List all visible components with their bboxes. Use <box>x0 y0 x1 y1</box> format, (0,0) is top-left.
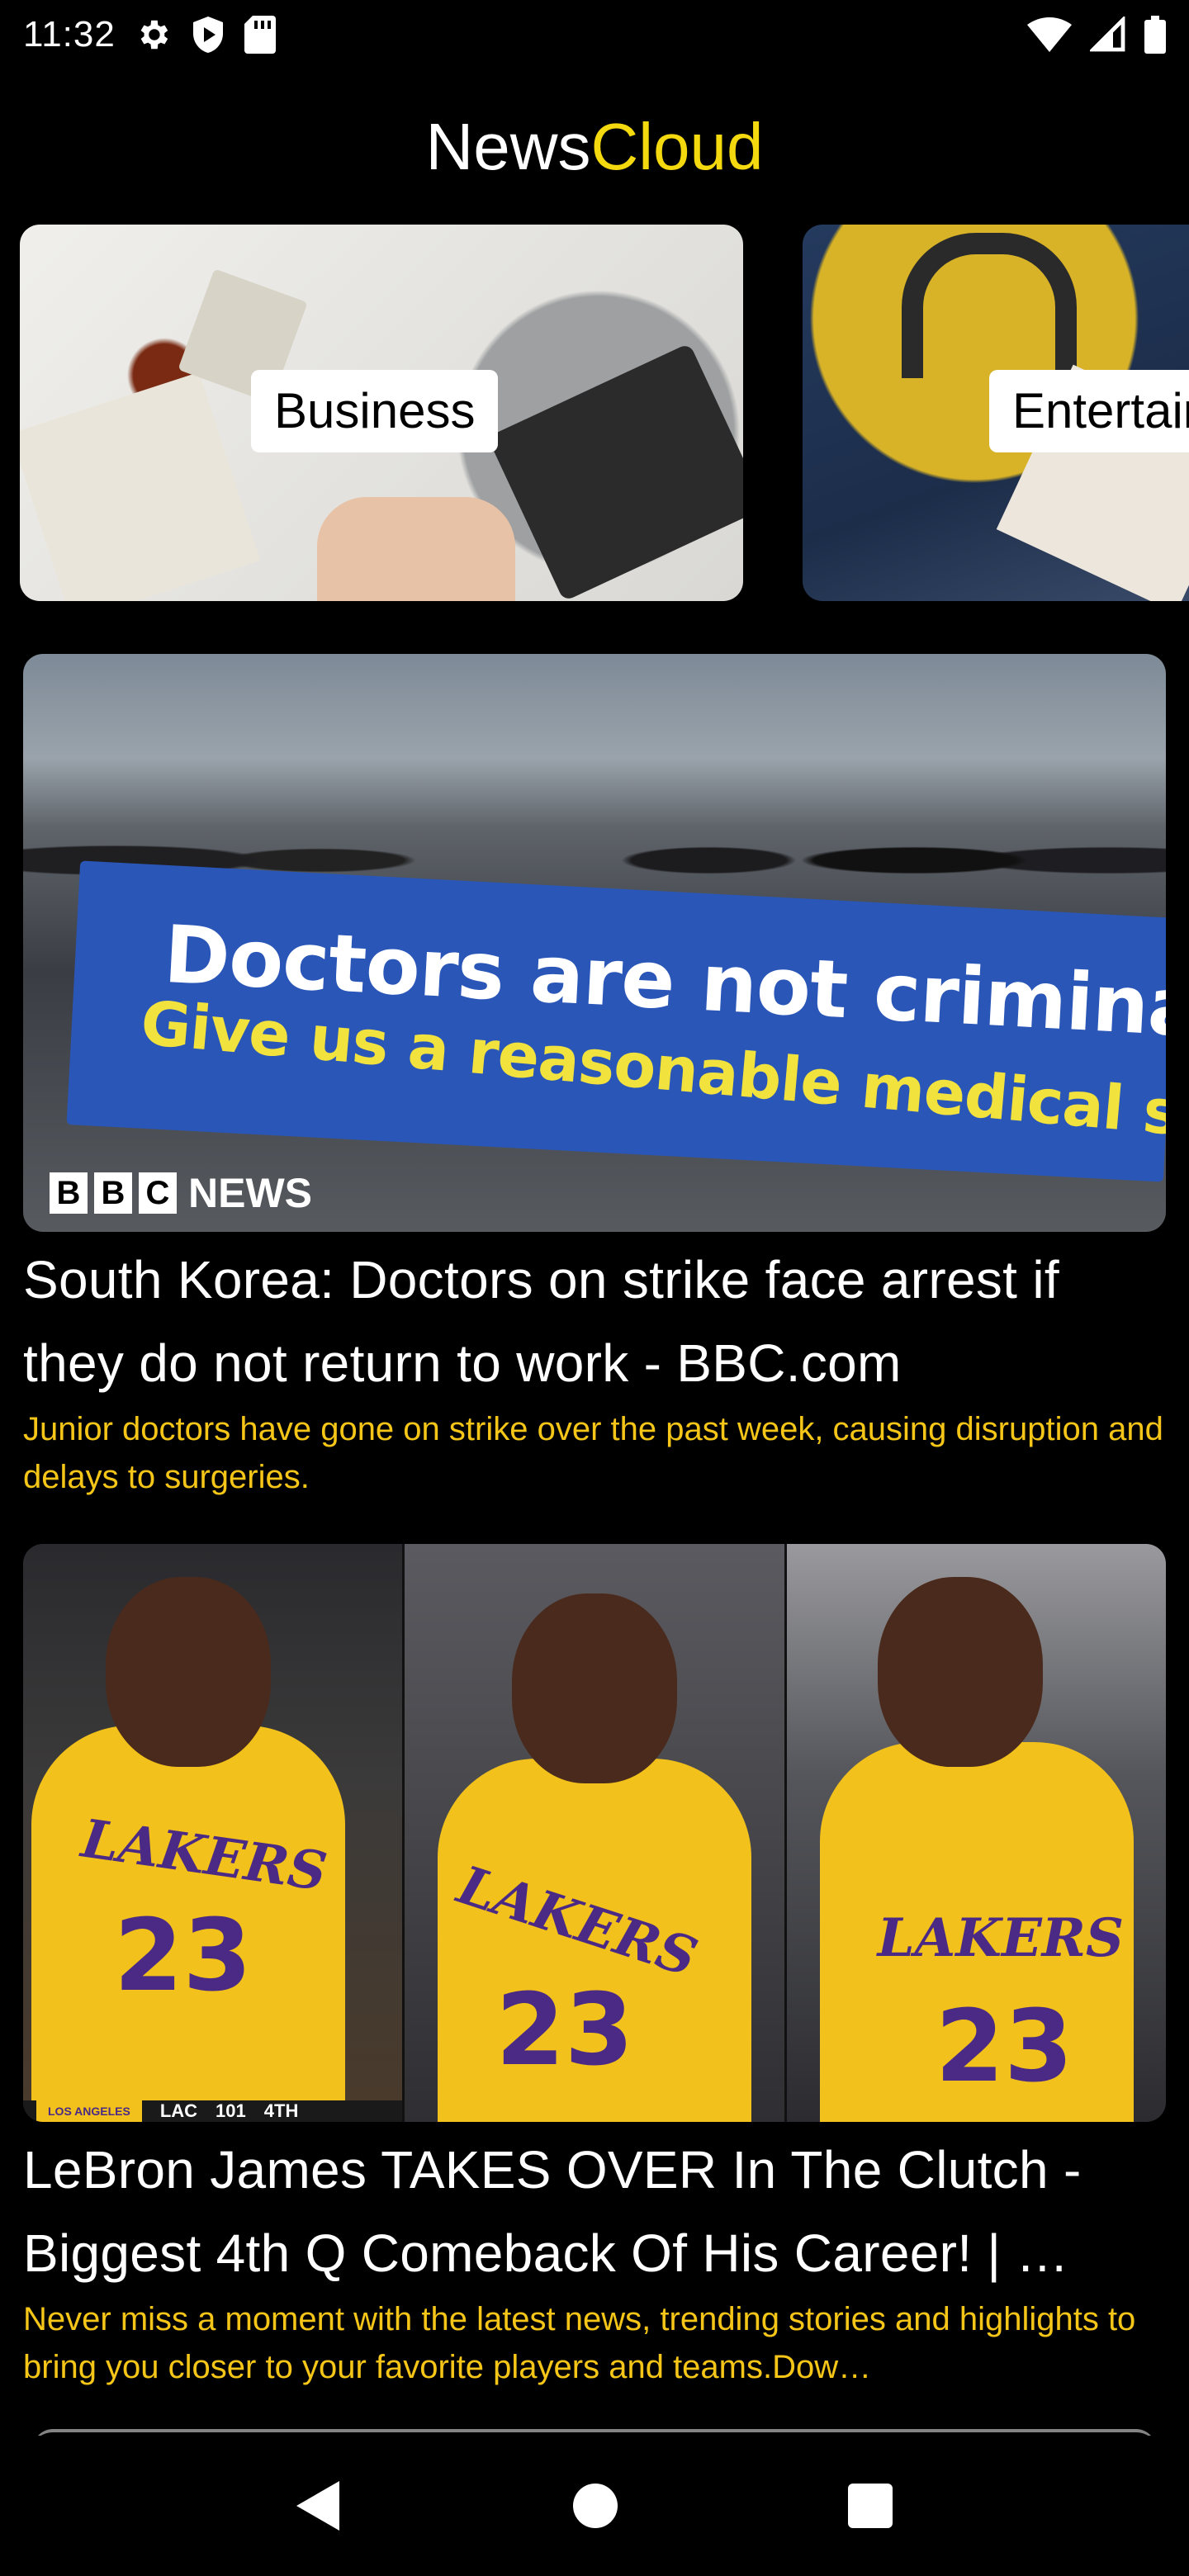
shield-play-icon <box>190 15 226 54</box>
bbc-news-logo: B B C NEWS <box>50 1172 312 1214</box>
news-card[interactable]: Doctors are not criminals ! Give us a re… <box>23 654 1166 1501</box>
status-bar: 11:32 <box>0 0 1189 69</box>
jersey-text: LAKERS <box>877 1907 1125 1969</box>
jersey-number: 23 <box>495 1973 634 2088</box>
score-quarter: 4TH <box>263 2100 299 2121</box>
status-right <box>1027 16 1166 54</box>
gear-icon <box>134 16 172 54</box>
bbc-logo-letter: C <box>139 1172 177 1214</box>
news-image[interactable]: LAKERS 23 LOS ANGELES LAC 101 4TH LAKERS… <box>23 1544 1166 2122</box>
category-card-entertainment[interactable]: Entertain <box>803 225 1189 601</box>
news-image[interactable]: Doctors are not criminals ! Give us a re… <box>23 654 1166 1232</box>
head-shape <box>512 1593 678 1783</box>
lebron-panel-3: LAKERS 23 <box>786 1544 1166 2122</box>
headphones-image <box>902 233 1077 378</box>
back-icon[interactable] <box>296 2481 343 2531</box>
recents-icon[interactable] <box>847 2484 893 2528</box>
head-shape <box>106 1577 271 1767</box>
news-title[interactable]: South Korea: Doctors on strike face arre… <box>23 1238 1166 1405</box>
news-card[interactable]: LAKERS 23 LOS ANGELES LAC 101 4TH LAKERS… <box>23 1544 1166 2391</box>
lebron-panel-1: LAKERS 23 LOS ANGELES LAC 101 4TH <box>23 1544 405 2122</box>
score-value: 101 <box>216 2100 246 2121</box>
business-newspaper-image <box>20 372 261 601</box>
app-title-cloud: Cloud <box>590 110 764 183</box>
bbc-logo-letter: B <box>50 1172 88 1214</box>
jersey-number: 23 <box>114 1899 252 2014</box>
signal-icon <box>1090 17 1126 53</box>
scoreboard: LOS ANGELES LAC 101 4TH <box>23 2100 403 2122</box>
system-nav-bar <box>0 2436 1189 2576</box>
status-left: 11:32 <box>23 14 276 55</box>
wifi-icon <box>1027 17 1072 52</box>
score-team1: LOS ANGELES <box>36 2100 142 2122</box>
news-title[interactable]: LeBron James TAKES OVER In The Clutch - … <box>23 2129 1166 2295</box>
bbc-logo-word: NEWS <box>188 1170 312 1216</box>
news-description: Never miss a moment with the latest news… <box>23 2301 1136 2385</box>
category-label-business: Business <box>251 370 499 452</box>
news-description: Junior doctors have gone on strike over … <box>23 1411 1163 1495</box>
score-team2: LAC <box>159 2100 198 2121</box>
laptop-image <box>487 343 743 601</box>
hands-image <box>317 497 515 601</box>
status-time: 11:32 <box>23 14 116 54</box>
bbc-logo-letter: B <box>94 1172 132 1214</box>
head-shape <box>877 1577 1043 1767</box>
lebron-panel-2: LAKERS 23 <box>405 1544 787 2122</box>
sd-card-icon <box>244 16 276 54</box>
category-card-business[interactable]: Business <box>20 225 743 601</box>
category-carousel[interactable]: Business Entertain <box>20 225 1189 601</box>
app-title: NewsCloud <box>0 106 1189 188</box>
jersey-number: 23 <box>935 1990 1073 2105</box>
home-icon[interactable] <box>572 2484 618 2528</box>
category-label-entertainment: Entertain <box>989 370 1189 452</box>
app-title-news: News <box>425 110 591 183</box>
battery-icon <box>1144 16 1166 54</box>
